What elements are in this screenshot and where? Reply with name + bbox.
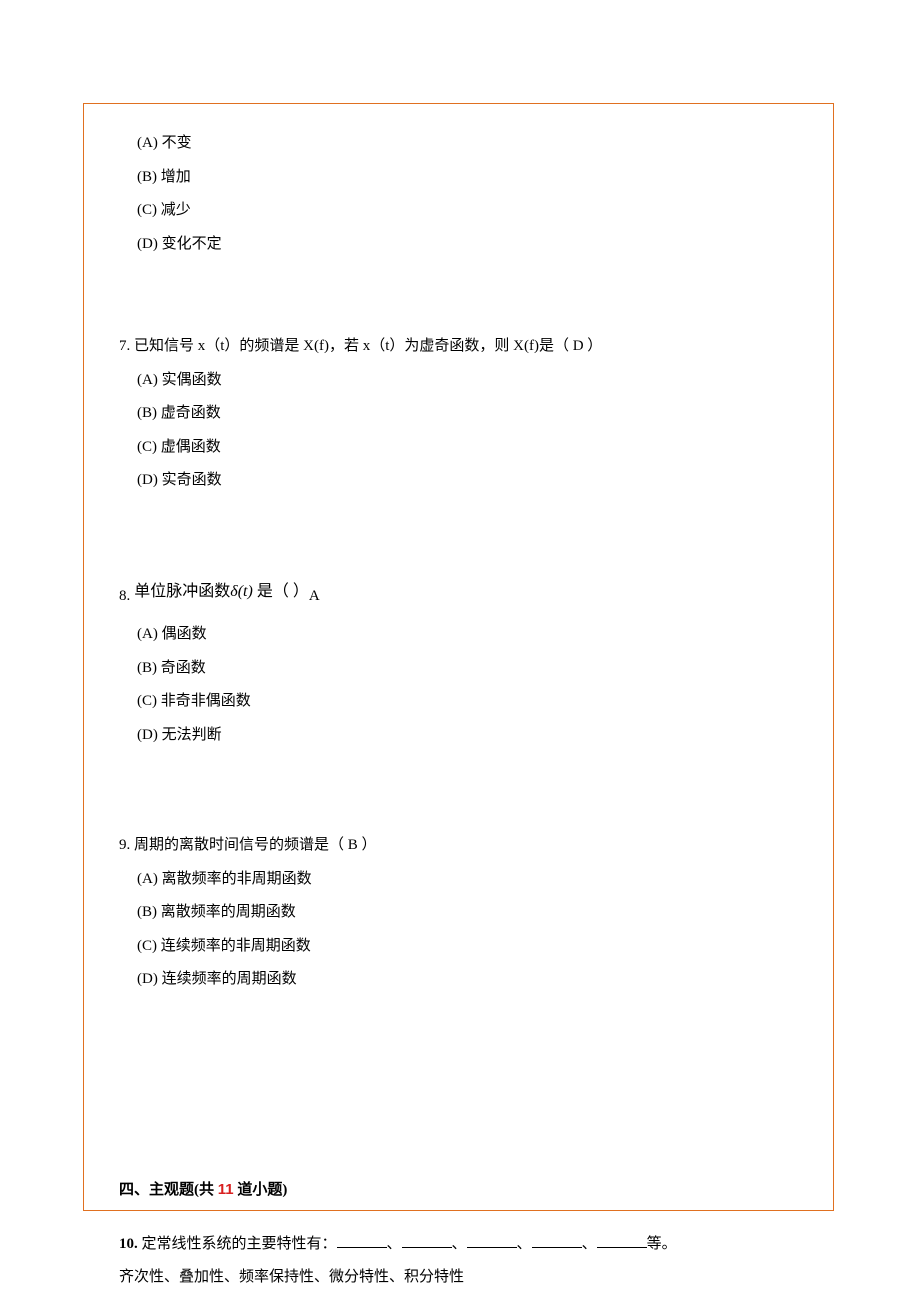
q8-option-c: (C) 非奇非偶函数 (137, 690, 798, 713)
q9-option-b: (B) 离散频率的周期函数 (137, 901, 798, 924)
page-content: (A) 不变 (B) 增加 (C) 减少 (D) 变化不定 7. 已知信号 x（… (83, 103, 834, 1306)
q8-answer-mark: A (309, 588, 320, 604)
q8-text-2: 是（ ） (253, 583, 309, 600)
q9-stem: 9. 周期的离散时间信号的频谱是（ B ） (119, 834, 798, 857)
q10-blank-1 (337, 1234, 387, 1248)
q10-stem: 10. 定常线性系统的主要特性有： 、 、 、 、 等。 (119, 1233, 798, 1256)
q8-stem: 8. 单位脉冲函数δ(t) 是（ ）A (119, 580, 798, 608)
q10-sep-4: 、 (582, 1236, 597, 1252)
q9-option-d: (D) 连续频率的周期函数 (137, 968, 798, 991)
q7-stem: 7. 已知信号 x（t）的频谱是 X(f)，若 x（t）为虚奇函数，则 X(f)… (119, 335, 798, 358)
q10-label: 10. (119, 1236, 142, 1252)
q7-option-a: (A) 实偶函数 (137, 369, 798, 392)
q10-blank-3 (467, 1234, 517, 1248)
q8-option-a: (A) 偶函数 (137, 623, 798, 646)
q7-option-b: (B) 虚奇函数 (137, 402, 798, 425)
q10-blank-4 (532, 1234, 582, 1248)
section-4-header: 四、主观题(共 11 道小题) (119, 1179, 798, 1202)
q8-option-b: (B) 奇函数 (137, 657, 798, 680)
q10-stem-start: 定常线性系统的主要特性有： (142, 1236, 337, 1252)
q6-option-b: (B) 增加 (137, 166, 798, 189)
q6-option-c: (C) 减少 (137, 199, 798, 222)
q10-sep-3: 、 (517, 1236, 532, 1252)
section-4-suffix: 道小题) (234, 1182, 288, 1198)
q8-number: 8. (119, 588, 130, 604)
section-4-prefix: 四、主观题(共 (119, 1182, 218, 1198)
q10-answer: 齐次性、叠加性、频率保持性、微分特性、积分特性 (119, 1266, 798, 1289)
q10-sep-1: 、 (387, 1236, 402, 1252)
section-4-count: 11 (218, 1181, 234, 1198)
q8-delta: δ(t) (230, 583, 253, 600)
q8-option-d: (D) 无法判断 (137, 724, 798, 747)
q10-end: 等。 (647, 1236, 677, 1252)
q7-option-c: (C) 虚偶函数 (137, 436, 798, 459)
q6-option-a: (A) 不变 (137, 132, 798, 155)
q7-option-d: (D) 实奇函数 (137, 469, 798, 492)
q9-option-a: (A) 离散频率的非周期函数 (137, 868, 798, 891)
q6-option-d: (D) 变化不定 (137, 233, 798, 256)
q10-blank-2 (402, 1234, 452, 1248)
q9-option-c: (C) 连续频率的非周期函数 (137, 935, 798, 958)
q10-blank-5 (597, 1234, 647, 1248)
q8-text-1: 单位脉冲函数 (130, 583, 230, 600)
q10-sep-2: 、 (452, 1236, 467, 1252)
